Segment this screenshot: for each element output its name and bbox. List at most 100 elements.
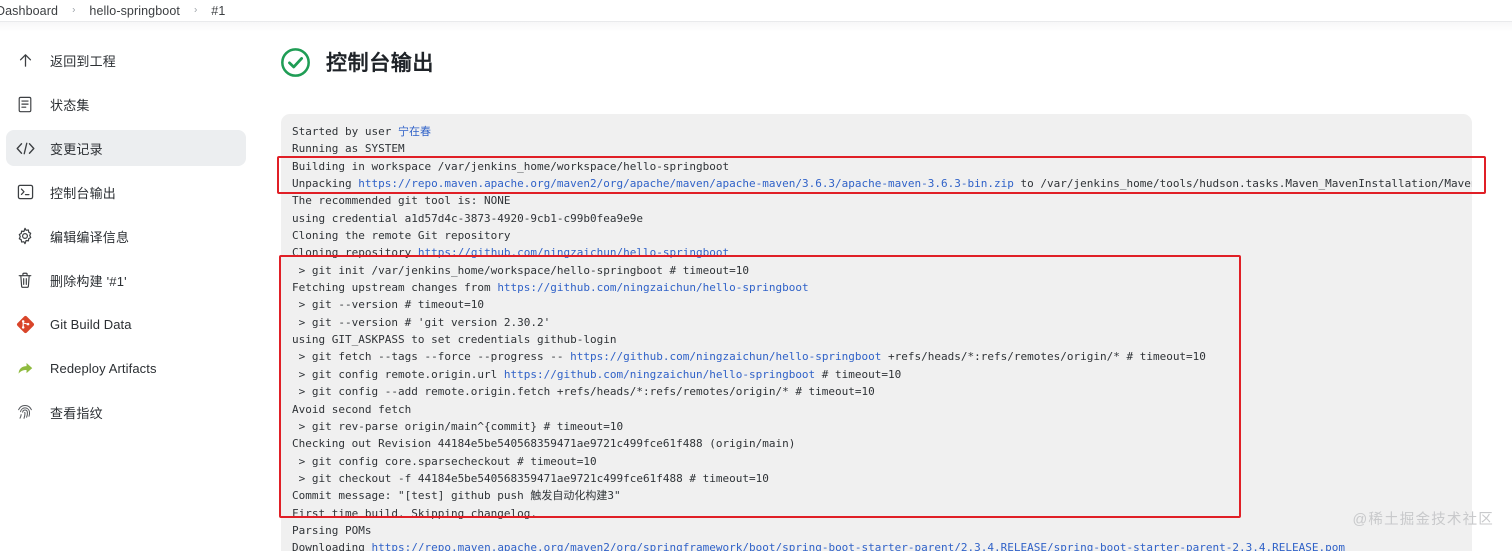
sidebar-label: 删除构建 '#1' [50, 273, 127, 289]
sidebar-item-edit-build-info[interactable]: 编辑编译信息 [6, 218, 246, 254]
console-log-text-run: Avoid second fetch [292, 402, 412, 416]
console-log-line: Running as SYSTEM [292, 140, 1472, 157]
console-log-text-run: Parsing POMs [292, 523, 372, 537]
console-log-line: > git init /var/jenkins_home/workspace/h… [292, 262, 1472, 279]
console-log-line: using GIT_ASKPASS to set credentials git… [292, 331, 1472, 348]
sidebar-label: 返回到工程 [50, 53, 117, 69]
console-log-line: Unpacking https://repo.maven.apache.org/… [292, 175, 1472, 192]
console-log-line: > git --version # timeout=10 [292, 296, 1472, 313]
console-log-text-run: > git config --add remote.origin.fetch +… [292, 385, 875, 399]
console-log-text-run: > git rev-parse origin/main^{commit} # t… [292, 419, 624, 433]
console-log-line: Started by user 宁在春 [292, 123, 1472, 140]
console-log-line: > git checkout -f 44184e5be540568359471a… [292, 470, 1472, 487]
breadcrumb: Dashboard › hello-springboot › #1 [0, 0, 1512, 21]
console-log-text: Started by user 宁在春 Running as SYSTEM Buil… [281, 114, 1472, 551]
console-log-link[interactable]: https://github.com/ningzaichun/hello-spr… [497, 281, 808, 294]
console-log-text-run: First time build. Skipping changelog. [292, 506, 538, 520]
breadcrumb-item-dashboard[interactable]: Dashboard [0, 4, 58, 18]
sidebar-label: 控制台输出 [50, 185, 117, 201]
console-log-text-run: > git fetch --tags --force --progress -- [292, 350, 571, 364]
sidebar-item-changes[interactable]: 变更记录 [6, 130, 246, 166]
document-list-icon [12, 93, 38, 115]
sidebar-item-status[interactable]: 状态集 [6, 86, 246, 122]
console-log-text-run: Commit message: "[test] github push 触发自动… [292, 489, 621, 503]
console-log-text-run: Running as SYSTEM [292, 142, 405, 156]
jenkins-console-page: Dashboard › hello-springboot › #1 返回到工程 … [0, 0, 1512, 551]
console-output-panel[interactable]: Started by user 宁在春 Running as SYSTEM Buil… [281, 114, 1472, 551]
console-log-line: > git config remote.origin.url https://g… [292, 366, 1472, 383]
console-log-line: Building in workspace /var/jenkins_home/… [292, 158, 1472, 175]
console-log-link[interactable]: 宁在春 [398, 125, 431, 138]
console-log-text-run: Started by user [292, 125, 398, 138]
sidebar-item-console-output[interactable]: 控制台输出 [6, 174, 246, 210]
code-brackets-icon [12, 137, 38, 159]
console-log-line: First time build. Skipping changelog. [292, 505, 1472, 522]
sidebar-label: 状态集 [50, 97, 90, 113]
arrow-up-icon [12, 49, 38, 71]
breadcrumb-separator: › [72, 4, 76, 16]
git-diamond-icon [12, 313, 38, 335]
console-log-line: using credential a1d57d4c-3873-4920-9cb1… [292, 210, 1472, 227]
breadcrumb-shadow [0, 22, 1512, 32]
console-log-line: The recommended git tool is: NONE [292, 192, 1472, 209]
console-log-text-run: # timeout=10 [815, 367, 902, 381]
console-log-text-run: to /var/jenkins_home/tools/hudson.tasks.… [1020, 177, 1472, 191]
console-log-text-run: > git init /var/jenkins_home/workspace/h… [292, 263, 749, 277]
console-log-line: > git config core.sparsecheckout # timeo… [292, 453, 1472, 470]
console-bottom-fade [281, 546, 1472, 551]
console-log-line: Parsing POMs [292, 522, 1472, 539]
breadcrumb-item-build[interactable]: #1 [211, 4, 225, 18]
sidebar-item-fingerprints[interactable]: 查看指纹 [6, 394, 246, 430]
console-log-text-run: The recommended git tool is: NONE [292, 194, 511, 208]
console-log-link[interactable]: https://github.com/ningzaichun/hello-spr… [418, 246, 729, 259]
console-log-text-run: +refs/heads/*:refs/remotes/origin/* # ti… [881, 350, 1206, 364]
sidebar: 返回到工程 状态集 变更记录 控制台输出 编辑编译信息 删除构建 '#1' Gi… [0, 34, 252, 438]
fingerprint-icon [12, 401, 38, 423]
page-title: 控制台输出 [326, 52, 434, 75]
sidebar-label: 变更记录 [50, 141, 103, 157]
sidebar-label: Git Build Data [50, 316, 132, 332]
sidebar-label: 查看指纹 [50, 405, 103, 421]
console-log-link[interactable]: https://repo.maven.apache.org/maven2/org… [358, 177, 1014, 190]
console-log-line: > git config --add remote.origin.fetch +… [292, 383, 1472, 400]
watermark: @稀土掘金技术社区 [1352, 512, 1494, 528]
console-log-text-run: Checking out Revision 44184e5be540568359… [292, 437, 796, 451]
console-log-text-run: > git config core.sparsecheckout # timeo… [292, 454, 597, 468]
success-check-circle-icon [280, 47, 311, 78]
main-content: 控制台输出 [270, 34, 1500, 90]
green-arrow-icon [12, 357, 38, 379]
console-log-link[interactable]: https://github.com/ningzaichun/hello-spr… [504, 368, 815, 381]
console-log-line: Fetching upstream changes from https://g… [292, 279, 1472, 296]
console-log-link[interactable]: https://github.com/ningzaichun/hello-spr… [570, 350, 881, 363]
console-log-text-run: using GIT_ASKPASS to set credentials git… [292, 333, 617, 347]
breadcrumb-item-job[interactable]: hello-springboot [89, 4, 180, 18]
sidebar-item-redeploy-artifacts[interactable]: Redeploy Artifacts [6, 350, 246, 386]
console-log-text-run: Unpacking [292, 177, 359, 191]
terminal-icon [12, 181, 38, 203]
sidebar-item-git-build-data[interactable]: Git Build Data [6, 306, 246, 342]
console-log-text-run: > git checkout -f 44184e5be540568359471a… [292, 471, 769, 485]
console-log-line: Cloning the remote Git repository [292, 227, 1472, 244]
console-log-text-run: Building in workspace /var/jenkins_home/… [292, 159, 730, 173]
console-log-line: > git fetch --tags --force --progress --… [292, 348, 1472, 365]
trash-icon [12, 269, 38, 291]
sidebar-item-back-to-project[interactable]: 返回到工程 [6, 42, 246, 78]
sidebar-label: 编辑编译信息 [50, 229, 130, 245]
console-log-line: Avoid second fetch [292, 401, 1472, 418]
console-log-line: Commit message: "[test] github push 触发自动… [292, 487, 1472, 504]
sidebar-label: Redeploy Artifacts [50, 360, 157, 376]
sidebar-item-delete-build[interactable]: 删除构建 '#1' [6, 262, 246, 298]
console-log-line: Checking out Revision 44184e5be540568359… [292, 435, 1472, 452]
console-log-text-run: Cloning repository [292, 246, 418, 260]
console-log-text-run: > git --version # 'git version 2.30.2' [292, 315, 551, 329]
gear-icon [12, 225, 38, 247]
console-log-text-run: using credential a1d57d4c-3873-4920-9cb1… [292, 211, 643, 225]
console-log-line: Cloning repository https://github.com/ni… [292, 244, 1472, 261]
console-log-line: > git rev-parse origin/main^{commit} # t… [292, 418, 1472, 435]
console-log-text-run: Cloning the remote Git repository [292, 229, 511, 243]
console-log-text-run: > git config remote.origin.url [292, 367, 504, 381]
console-log-text-run: > git --version # timeout=10 [292, 298, 485, 312]
page-header: 控制台输出 [270, 34, 1500, 90]
console-log-line: > git --version # 'git version 2.30.2' [292, 314, 1472, 331]
breadcrumb-separator: › [193, 4, 198, 16]
